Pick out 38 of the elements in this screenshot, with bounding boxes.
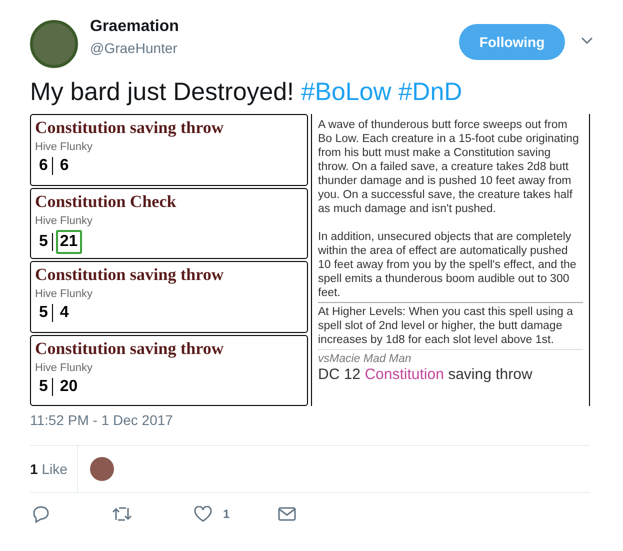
roll-title: Constitution Check (35, 190, 178, 212)
constitution-link[interactable]: Constitution (364, 366, 444, 383)
author-handle[interactable]: @GraeHunter (90, 38, 179, 58)
author-name[interactable]: Graemation (90, 16, 179, 38)
roll-result: 21 (56, 230, 82, 254)
hashtag-link[interactable]: #DnD (398, 78, 462, 106)
liker-avatar[interactable] (90, 457, 114, 481)
saving-throw-text: DC 12 Constitution saving throw (318, 366, 534, 383)
spell-description: In addition, unsecured objects that are completely within the area of effect are automatically pushed 10 feet away from you by the spell's effect, and the spell emits a thunderous boom audible out to 300 feet. (318, 230, 578, 300)
roll-modifier: 5 (38, 232, 49, 252)
roll-target: Hive Flunky (35, 140, 94, 155)
retweet-icon[interactable] (112, 506, 132, 522)
higher-levels-text: At Higher Levels: When you cast this spell using a spell slot of 2nd level or higher, the butt damage increases by 1d8 for each slot level above 1st. (318, 302, 583, 347)
roll-title: Constitution saving throw (35, 264, 225, 285)
roll-title: Constitution saving throw (35, 117, 225, 138)
roll-modifier: 5 (38, 376, 49, 396)
following-button[interactable]: Following (459, 24, 565, 60)
spell-description: A wave of thunderous butt force sweeps out from Bo Low. Each creature in a 15-foot cube originating from his butt must make a Constitution saving throw. On a failed save, a creature takes 2d8 butt thunder damage and is pushed 10 feet away from you. On a successful save, the creature takes half as much damage and isn't pushed. (318, 118, 580, 216)
reply-icon[interactable] (32, 505, 50, 523)
roll-modifier: 5 (38, 303, 49, 323)
heart-icon[interactable] (194, 506, 212, 522)
roll-target: Hive Flunky (35, 287, 94, 302)
roll-result: 4 (58, 303, 70, 323)
roll-result: 6 (58, 156, 70, 176)
roll-result: 20 (58, 376, 79, 396)
timestamp[interactable]: 11:52 PM - 1 Dec 2017 (30, 410, 173, 431)
tweet-text: My bard just Destroyed! #BoLow #DnD (30, 77, 464, 108)
roll-target: Hive Flunky (35, 360, 94, 376)
target-name: vsMacie Mad Man (318, 349, 583, 366)
roll-target: Hive Flunky (35, 214, 94, 228)
roll-modifier: 6 (38, 156, 49, 176)
mail-icon[interactable] (278, 507, 296, 521)
hashtag-link[interactable]: #BoLow (300, 78, 392, 106)
roll-title: Constitution saving throw (35, 338, 225, 358)
avatar[interactable] (30, 20, 78, 68)
likes-count[interactable]: 1 Like (30, 458, 78, 480)
like-count: 1 (223, 506, 230, 523)
chevron-down-icon[interactable] (581, 37, 593, 45)
